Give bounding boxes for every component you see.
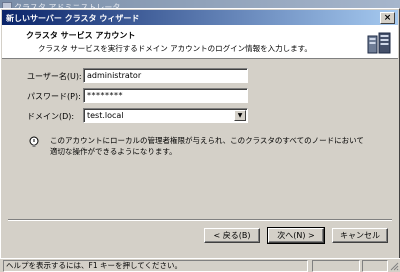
info-bulb-icon xyxy=(29,136,39,147)
page-subtitle: クラスタ サービスを実行するドメイン アカウントのログイン情報を入力します。 xyxy=(38,44,312,53)
username-label: ユーザー名(U): xyxy=(27,72,82,81)
next-button[interactable]: 次へ(N) > xyxy=(267,227,325,244)
page-title: クラスタ サービス アカウント xyxy=(26,31,136,40)
password-label: パスワード(P): xyxy=(27,92,81,101)
resize-grip-icon[interactable] xyxy=(389,261,399,271)
password-input[interactable] xyxy=(83,88,248,103)
domain-label: ドメイン(D): xyxy=(27,112,75,121)
username-input[interactable] xyxy=(83,68,248,83)
status-pane xyxy=(362,260,388,272)
divider xyxy=(8,219,392,221)
domain-select-value: test.local xyxy=(87,111,124,120)
status-pane xyxy=(312,260,360,272)
cluster-servers-icon xyxy=(367,32,391,54)
status-text: ヘルプを表示するには、F1 キーを押してください。 xyxy=(3,260,308,272)
chevron-down-icon[interactable]: ▼ xyxy=(234,110,246,121)
info-text: このアカウントにローカルの管理者権限が与えられ、このクラスタのすべてのノードにお… xyxy=(50,136,364,156)
back-button[interactable]: < 戻る(B) xyxy=(204,228,260,243)
dialog-title: 新しいサーバー クラスタ ウィザード xyxy=(6,14,140,23)
close-button[interactable]: × xyxy=(380,12,395,24)
cancel-button[interactable]: キャンセル xyxy=(332,228,388,243)
